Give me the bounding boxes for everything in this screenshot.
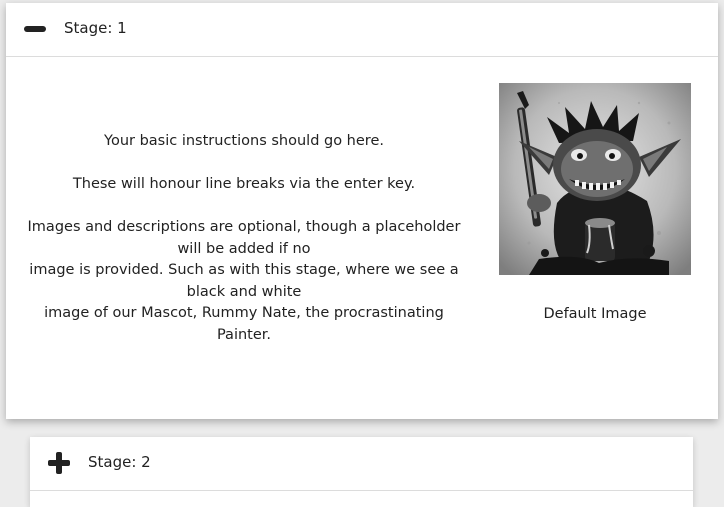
instruction-line: image is provided. Such as with this sta… [29,262,459,300]
instruction-line: Images and descriptions are optional, th… [27,219,461,257]
instruction-line: image of our Mascot, Rummy Nate, the pro… [44,305,444,343]
plus-icon[interactable] [48,452,70,474]
goblin-painter-illustration [499,83,691,275]
stage-2-title: Stage: 2 [88,453,151,471]
stage-1-header[interactable]: Stage: 1 [6,3,718,57]
stage-2-panel: Stage: 2 [30,437,693,507]
stage-1-title: Stage: 1 [64,19,127,37]
image-caption: Default Image [543,306,647,322]
stage-1-instructions: Your basic instructions should go here. … [24,131,464,346]
instruction-line: These will honour line breaks via the en… [72,176,416,192]
instruction-line: Your basic instructions should go here. [104,133,384,149]
stage-2-header[interactable]: Stage: 2 [30,437,693,491]
minus-icon[interactable] [24,26,46,32]
stage-1-panel: Stage: 1 Your basic instructions should … [6,3,718,419]
mascot-image [499,83,691,275]
